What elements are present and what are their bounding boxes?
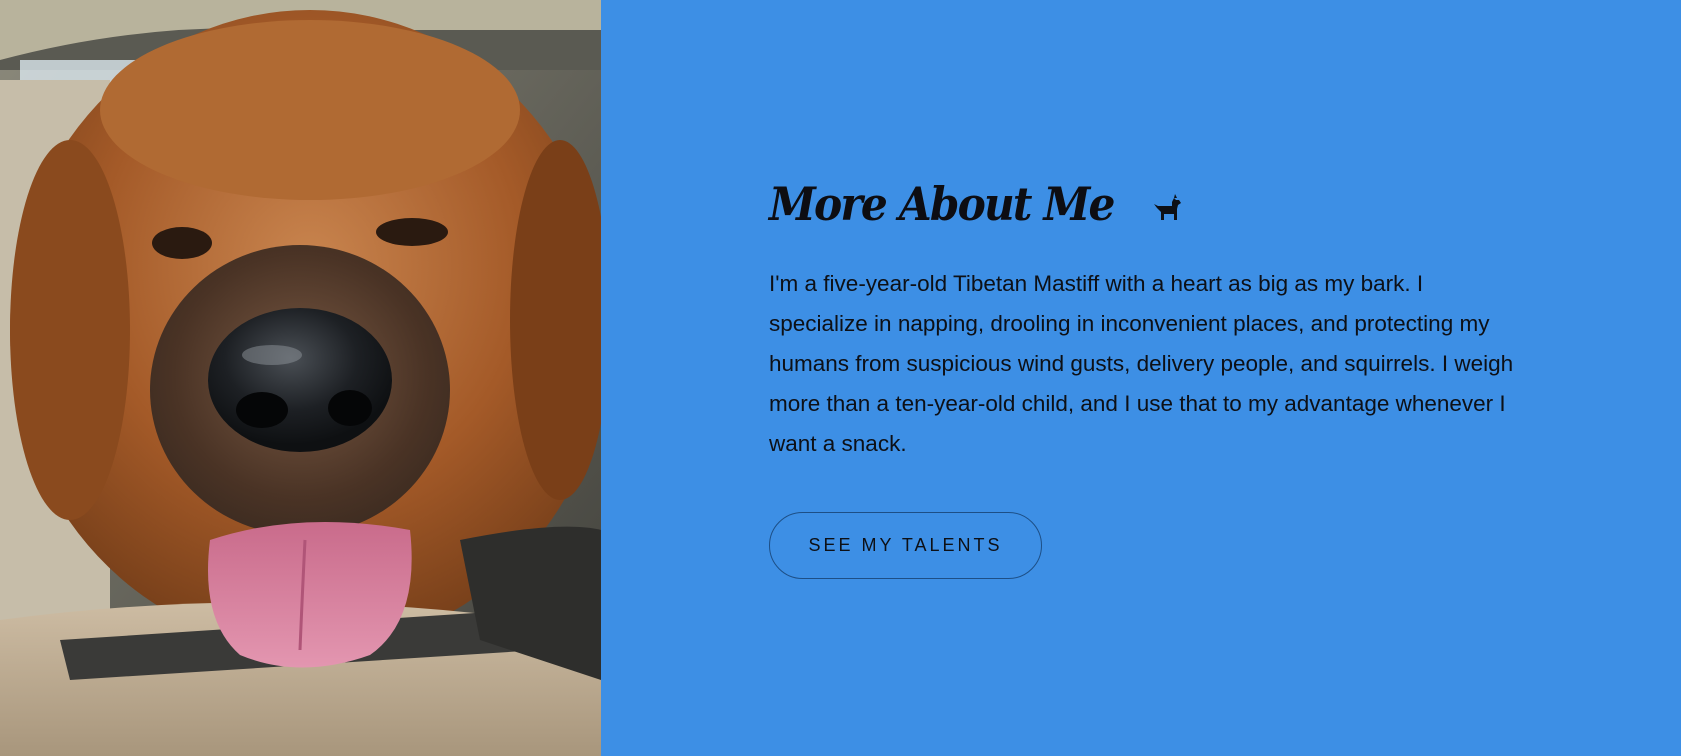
about-panel: More About Me I'm a five-year-old Tibeta…: [601, 0, 1681, 756]
see-my-talents-button[interactable]: SEE MY TALENTS: [769, 512, 1042, 579]
dog-icon: [1152, 192, 1184, 222]
about-heading-text: More About Me: [769, 177, 1115, 231]
about-section: More About Me I'm a five-year-old Tibeta…: [0, 0, 1681, 756]
about-heading: More About Me: [769, 172, 1529, 236]
about-content: More About Me I'm a five-year-old Tibeta…: [769, 172, 1529, 579]
dog-photo: [0, 0, 601, 756]
about-bio: I'm a five-year-old Tibetan Mastiff with…: [769, 271, 1514, 456]
